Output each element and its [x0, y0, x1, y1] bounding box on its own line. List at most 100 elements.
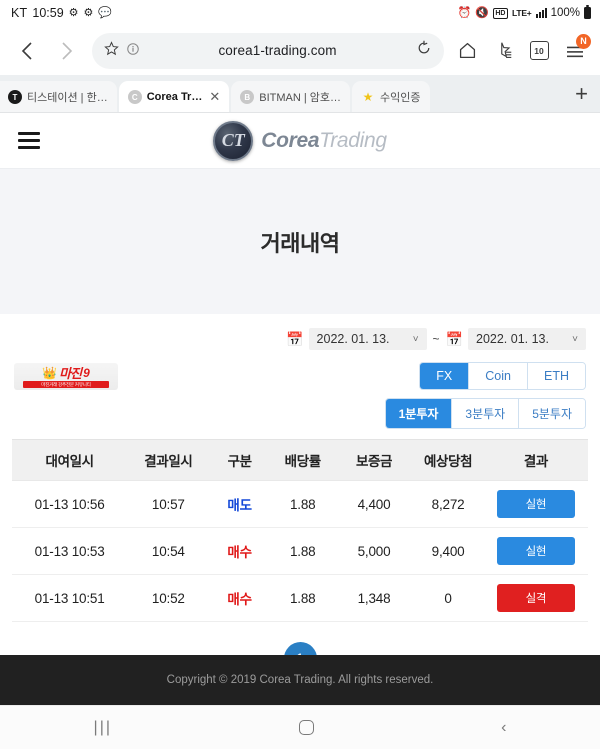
cell-rate: 1.88: [269, 574, 336, 622]
cell-result-time: 10:57: [127, 480, 210, 528]
browser-tab[interactable]: B BITMAN | 암호…: [231, 81, 351, 113]
date-from-select[interactable]: 2022. 01. 13. ˅: [308, 328, 427, 350]
date-filter-row: 📅 2022. 01. 13. ˅ ~ 📅 2022. 01. 13. ˅: [12, 314, 588, 358]
eagle-icon: 👑: [42, 365, 58, 380]
cell-result-time: 10:52: [127, 574, 210, 622]
interval-tab-5min[interactable]: 5분투자: [518, 399, 585, 428]
cell-expected: 8,272: [412, 480, 484, 528]
chevron-down-icon: ˅: [412, 333, 419, 345]
home-icon[interactable]: [299, 720, 315, 735]
android-status-bar: KT 10:59 ⚙ ⚙ 💬 ⏰ 🔇 HD LTE+ 100%: [0, 0, 600, 26]
column-header-result: 결과: [483, 439, 588, 481]
date-to-select[interactable]: 2022. 01. 13. ˅: [468, 328, 586, 350]
promo-banner[interactable]: 👑 마진 9 마진거래 강추전문 커뮤니티: [14, 362, 118, 390]
battery-level-label: 100%: [550, 7, 580, 19]
tab-switcher-button[interactable]: 10: [522, 33, 556, 69]
table-row: 01-13 10:56 10:57 매도 1.88 4,400 8,272 실현: [12, 480, 588, 528]
browser-tab[interactable]: ★ 수익인증: [352, 81, 430, 113]
cell-expected: 9,400: [412, 527, 484, 575]
back-button[interactable]: [8, 32, 46, 70]
back-icon[interactable]: ‹: [501, 719, 506, 737]
promo-and-market-row: 👑 마진 9 마진거래 강추전문 커뮤니티 FX Coin ETH: [12, 358, 588, 390]
calendar-icon[interactable]: 📅: [446, 331, 463, 348]
browser-tab-strip: T 티스테이션 | 한… C Corea Tr… ✕ B BITMAN | 암호…: [0, 75, 600, 113]
browser-tab[interactable]: T 티스테이션 | 한…: [0, 81, 117, 113]
column-header-deposit: 보증금: [335, 439, 413, 481]
cell-expected: 0: [412, 574, 484, 622]
android-nav-bar: ||| ‹: [0, 705, 600, 749]
new-tab-button[interactable]: +: [569, 81, 594, 113]
forward-button[interactable]: [48, 32, 86, 70]
hd-icon: HD: [492, 7, 508, 19]
promo-top: 👑 마진 9: [42, 364, 90, 382]
bookmarks-button[interactable]: [486, 33, 520, 69]
page-button-1[interactable]: 1: [283, 642, 317, 655]
bluetooth-icon: ⚙: [83, 6, 94, 19]
calendar-icon[interactable]: 📅: [286, 331, 303, 348]
cell-result: 실격: [483, 574, 588, 622]
promo-title: 마진: [59, 366, 82, 381]
tab-count-label: 10: [529, 41, 549, 60]
tab-favicon-icon: B: [240, 90, 255, 104]
ct-coin-icon: CT: [213, 120, 254, 161]
carrier-label: KT: [11, 6, 28, 20]
interval-tab-row: 1분투자 3분투자 5분투자: [12, 390, 588, 439]
interval-tab-1min[interactable]: 1분투자: [385, 399, 452, 428]
cell-result: 실현: [483, 527, 588, 575]
browser-tab-active[interactable]: C Corea Tr… ✕: [118, 81, 230, 113]
tab-title: 수익인증: [380, 92, 421, 104]
transaction-table: 대여일시 결과일시 구분 배당률 보증금 예상당첨 결과 01-13 10:56…: [12, 439, 588, 622]
column-header-lend-time: 대여일시: [12, 439, 128, 481]
pagination: 1: [12, 622, 588, 655]
cell-type: 매수: [209, 527, 270, 575]
status-badge: 실현: [496, 490, 575, 518]
close-icon[interactable]: ✕: [209, 89, 220, 105]
reload-icon[interactable]: [416, 40, 432, 61]
page-hero: 거래내역: [0, 169, 600, 314]
cell-lend-time: 01-13 10:51: [12, 574, 128, 622]
logo-wordmark: CoreaTrading: [261, 129, 387, 153]
tab-favicon-icon: ★: [362, 90, 374, 104]
market-tab-eth[interactable]: ETH: [527, 363, 585, 389]
hamburger-icon[interactable]: [18, 132, 42, 149]
interval-tab-3min[interactable]: 3분투자: [451, 399, 519, 428]
promo-number: 9: [83, 365, 90, 380]
site-logo: CT CoreaTrading: [0, 120, 600, 161]
tab-title: 티스테이션 | 한…: [27, 92, 108, 104]
tab-favicon-icon: C: [127, 90, 142, 104]
cell-result-time: 10:54: [127, 527, 210, 575]
home-button[interactable]: [450, 33, 484, 69]
site-info-icon[interactable]: [127, 42, 139, 60]
page-title: 거래내역: [260, 230, 340, 256]
recents-icon[interactable]: |||: [94, 719, 112, 737]
logo-word-corea: Corea: [261, 128, 320, 152]
url-text[interactable]: corea1-trading.com: [147, 43, 408, 58]
status-badge: 실격: [496, 584, 575, 612]
column-header-result-time: 결과일시: [127, 439, 210, 481]
browser-menu-button[interactable]: N: [558, 33, 592, 69]
status-bar-right: ⏰ 🔇 HD LTE+ 100%: [457, 5, 591, 19]
market-type-tabs: FX Coin ETH: [419, 362, 586, 390]
mute-icon: 🔇: [475, 6, 489, 19]
signal-strength-icon: [535, 8, 547, 18]
tab-title: BITMAN | 암호…: [259, 92, 342, 104]
cell-deposit: 4,400: [335, 480, 413, 528]
date-from-value: 2022. 01. 13.: [316, 332, 390, 346]
tab-title: Corea Tr…: [146, 91, 203, 103]
market-tab-fx[interactable]: FX: [420, 363, 469, 389]
bookmark-star-icon[interactable]: [104, 40, 119, 61]
date-to-value: 2022. 01. 13.: [476, 332, 549, 346]
battery-icon: [584, 5, 591, 19]
network-type-label: LTE+: [511, 8, 532, 18]
cell-lend-time: 01-13 10:53: [12, 527, 128, 575]
logo-word-trading: Trading: [319, 128, 387, 152]
message-icon: 💬: [98, 6, 113, 19]
address-bar[interactable]: corea1-trading.com: [92, 32, 444, 69]
site-header: CT CoreaTrading: [0, 113, 600, 169]
market-tab-coin[interactable]: Coin: [468, 363, 527, 389]
cell-rate: 1.88: [269, 480, 336, 528]
table-row: 01-13 10:51 10:52 매수 1.88 1,348 0 실격: [12, 574, 588, 622]
bluetooth-icon: ⚙: [68, 6, 79, 19]
table-row: 01-13 10:53 10:54 매수 1.88 5,000 9,400 실현: [12, 527, 588, 575]
cell-result: 실현: [483, 480, 588, 528]
